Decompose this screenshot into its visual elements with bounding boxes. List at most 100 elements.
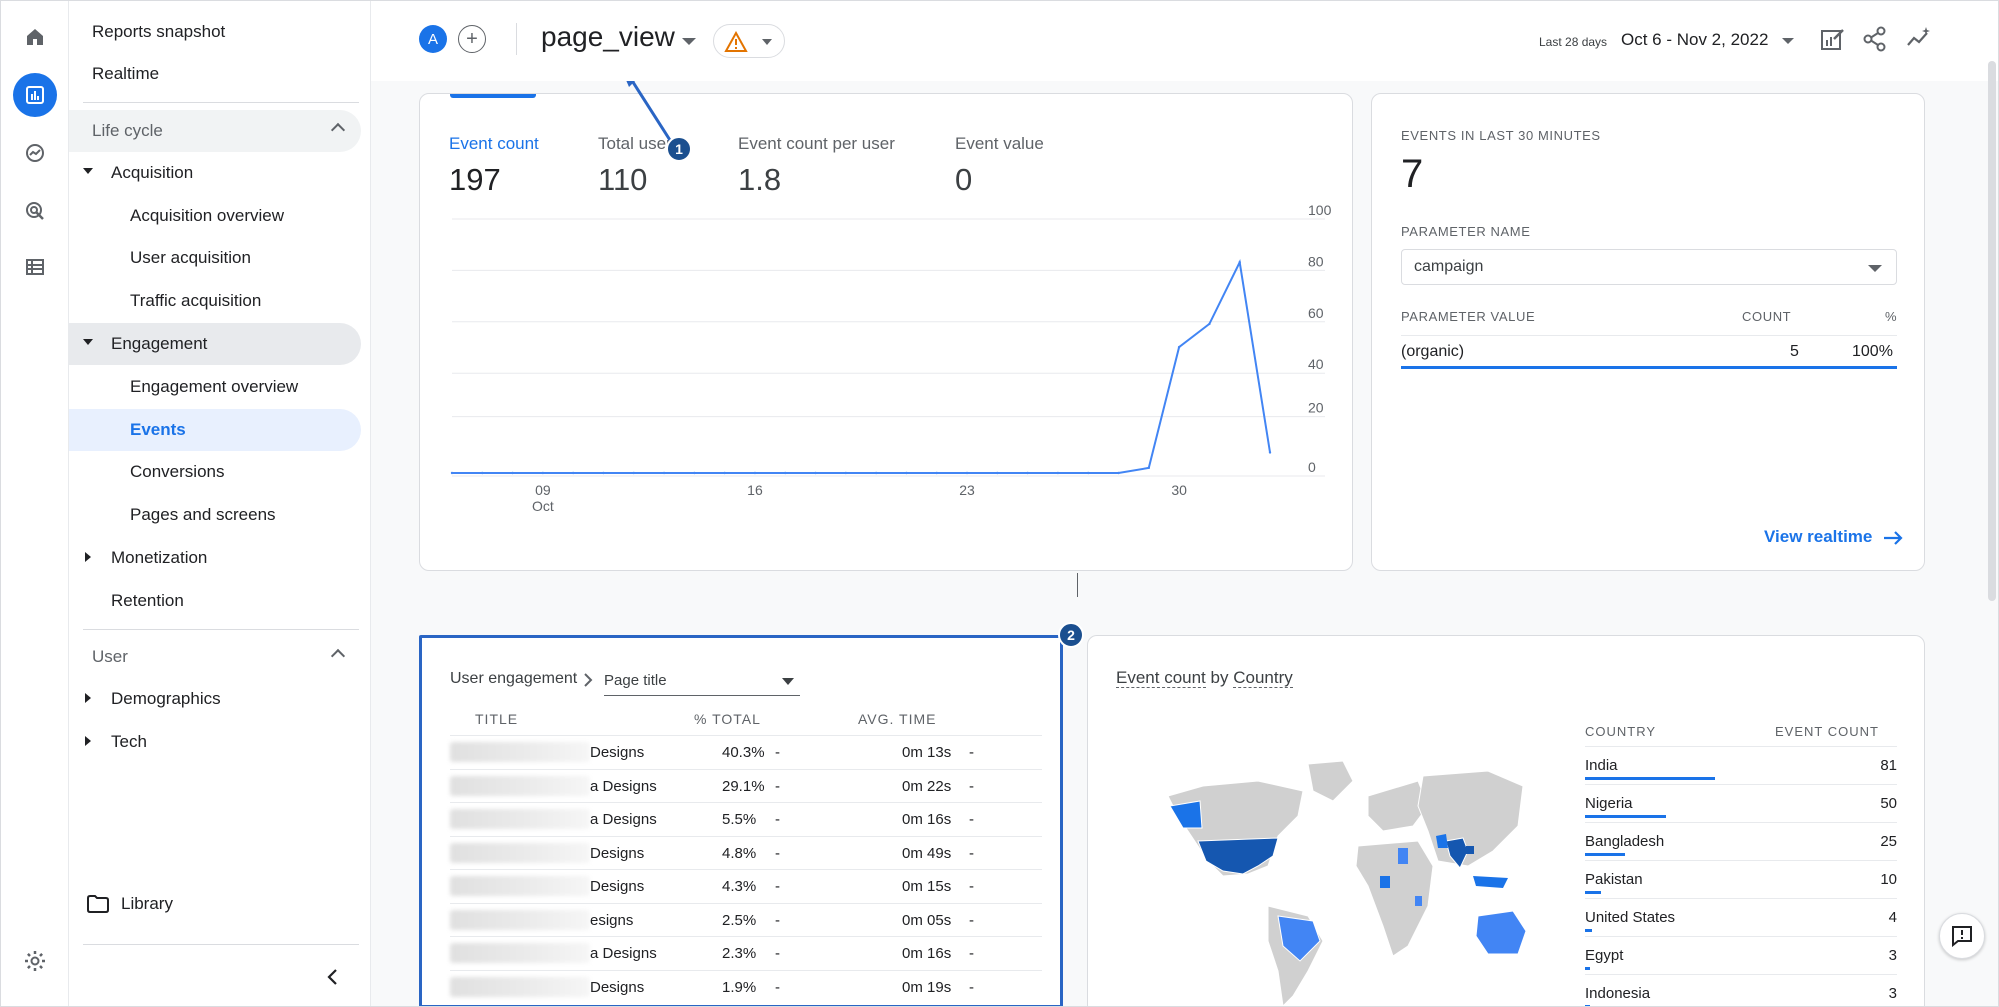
pct-delta-cell: - — [775, 777, 780, 795]
table-row[interactable]: Designs 4.3% -0m 15s - — [450, 869, 1042, 902]
breadcrumb-user-engagement[interactable]: User engagement — [450, 670, 577, 688]
share-bar — [1585, 853, 1625, 856]
chevron-down-icon — [1868, 265, 1882, 272]
feedback-button[interactable] — [1939, 913, 1985, 959]
time-cell: 0m 16s — [902, 811, 952, 828]
table-row[interactable]: United States 4 — [1585, 898, 1897, 936]
pct-cell: 2.3% — [722, 945, 757, 962]
nav-user-acquisition[interactable]: User acquisition — [69, 237, 361, 279]
configure-icon[interactable] — [13, 245, 57, 289]
parameter-name-label: PARAMETER NAME — [1401, 224, 1531, 239]
dimension-select[interactable]: Page title — [604, 666, 800, 696]
event-name-title[interactable]: page_view — [541, 21, 675, 53]
share-bar — [1585, 967, 1590, 970]
x-tick-label: 09 — [535, 482, 551, 498]
table-row[interactable]: Pakistan 10 — [1585, 860, 1897, 898]
settings-gear-icon[interactable] — [13, 939, 57, 983]
dimension-picker[interactable]: Country — [1233, 668, 1293, 688]
nav-realtime[interactable]: Realtime — [69, 53, 361, 95]
nav-demographics[interactable]: Demographics — [69, 678, 361, 720]
count-cell: 3 — [1888, 985, 1897, 1002]
nav-acquisition-overview[interactable]: Acquisition overview — [69, 195, 361, 237]
y-tick-label: 80 — [1308, 253, 1324, 269]
reports-icon[interactable] — [13, 73, 57, 117]
explore-icon[interactable] — [13, 131, 57, 175]
pct-delta-cell: - — [775, 878, 780, 895]
nav-divider — [83, 944, 359, 945]
date-range-caption: Last 28 days — [1539, 35, 1608, 49]
collapse-nav-chevron-left-icon[interactable] — [321, 965, 345, 989]
nav-label: Demographics — [111, 689, 221, 708]
pct-cell: 5.5% — [722, 811, 757, 828]
nav-group-user[interactable]: User — [69, 636, 361, 678]
insights-icon[interactable] — [1905, 25, 1933, 53]
data-point — [1177, 345, 1181, 349]
nav-monetization[interactable]: Monetization — [69, 537, 361, 579]
data-quality-warning-chip[interactable] — [713, 24, 785, 58]
table-row[interactable]: India 81 — [1585, 746, 1897, 784]
nav-tech[interactable]: Tech — [69, 721, 361, 763]
title-cell: esigns — [590, 911, 634, 929]
nav-label: Tech — [111, 732, 147, 751]
nav-pages-and-screens[interactable]: Pages and screens — [69, 494, 361, 536]
add-comparison-plus-icon[interactable]: + — [458, 25, 486, 53]
chevron-up-icon — [330, 122, 346, 138]
country-card: Event count by Country COUNTRY EVENT COU… — [1087, 635, 1925, 1006]
annotation-badge-2: 2 — [1058, 622, 1084, 648]
parameter-name-select[interactable]: campaign — [1401, 249, 1897, 285]
nav-acquisition[interactable]: Acquisition — [69, 152, 361, 194]
table-row[interactable]: Egypt 3 — [1585, 936, 1897, 974]
nav-library[interactable]: Library — [69, 883, 361, 925]
table-row[interactable]: Designs 40.3% -0m 13s - — [450, 735, 1042, 768]
chevron-down-icon[interactable] — [1782, 38, 1794, 44]
date-range-picker[interactable]: Oct 6 - Nov 2, 2022 — [1621, 30, 1768, 50]
chevron-down-icon[interactable] — [682, 38, 696, 45]
home-icon[interactable] — [13, 15, 57, 59]
y-tick-label: 40 — [1308, 356, 1324, 372]
table-row[interactable]: a Designs 2.3% -0m 16s - — [450, 936, 1042, 969]
advertising-icon[interactable] — [13, 189, 57, 233]
table-row[interactable]: Bangladesh 25 — [1585, 822, 1897, 860]
metric-picker[interactable]: Event count — [1116, 668, 1206, 688]
table-row[interactable]: Designs 4.8% -0m 49s - — [450, 835, 1042, 869]
nav-reports-snapshot[interactable]: Reports snapshot — [69, 11, 361, 53]
nav-group-lifecycle[interactable]: Life cycle — [69, 110, 361, 152]
arrow-right-icon — [1884, 530, 1903, 545]
time-cell: 0m 19s — [902, 978, 952, 996]
nav-traffic-acquisition[interactable]: Traffic acquisition — [69, 280, 361, 322]
nav-engagement[interactable]: Engagement — [69, 323, 361, 365]
table-row[interactable]: Nigeria 50 — [1585, 784, 1897, 822]
feedback-icon — [1952, 926, 1972, 947]
table-row[interactable]: Designs 1.9% -0m 19s - — [450, 969, 1042, 1003]
header-divider — [516, 23, 517, 55]
share-icon[interactable] — [1861, 25, 1889, 53]
map-region-usa — [1197, 837, 1279, 875]
nav-retention[interactable]: Retention — [69, 580, 361, 622]
page-scrollbar[interactable] — [1988, 61, 1996, 601]
series-line-event-count — [452, 259, 1271, 474]
redacted-title — [450, 876, 590, 896]
realtime-card: EVENTS IN LAST 30 MINUTES 7 PARAMETER NA… — [1371, 93, 1925, 571]
table-row[interactable]: a Designs 29.1% -0m 22s - — [450, 768, 1042, 802]
table-row[interactable]: esigns 2.5% -0m 05s - — [450, 902, 1042, 936]
customize-report-icon[interactable] — [1818, 25, 1846, 53]
title-cell: Designs — [590, 978, 645, 996]
select-value: campaign — [1414, 258, 1484, 275]
nav-label: Monetization — [111, 548, 208, 567]
nav-conversions[interactable]: Conversions — [69, 451, 361, 493]
link-label: View realtime — [1764, 527, 1873, 546]
map-region-greenland — [1307, 760, 1354, 802]
title-by: by — [1210, 668, 1229, 687]
data-point — [844, 471, 848, 475]
table-row[interactable]: Indonesia 3 — [1585, 974, 1897, 1006]
nav-engagement-overview[interactable]: Engagement overview — [69, 366, 361, 408]
table-row[interactable]: a Designs 5.5% -0m 16s - — [450, 802, 1042, 835]
nav-events[interactable]: Events — [69, 409, 361, 451]
view-realtime-link[interactable]: View realtime — [1764, 527, 1903, 547]
chevron-down-icon — [782, 678, 794, 685]
redacted-title — [450, 775, 590, 796]
col-pct-total: % TOTAL — [694, 711, 761, 727]
comparison-avatar[interactable]: A — [419, 25, 447, 53]
title-cell: a Designs — [590, 777, 657, 795]
data-point — [814, 471, 817, 475]
